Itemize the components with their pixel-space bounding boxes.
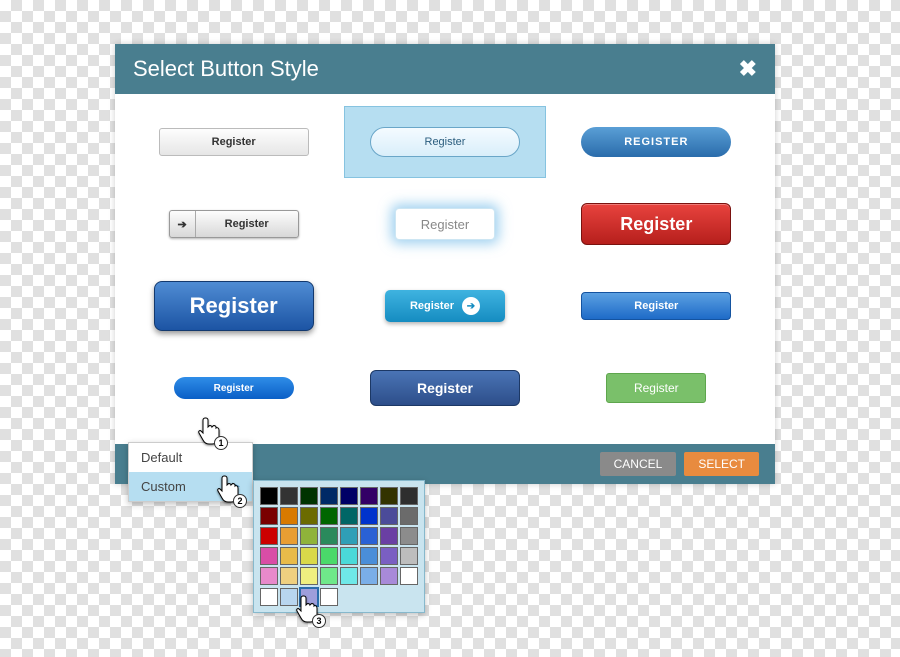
dropdown-menu: Default Custom ▶ xyxy=(128,442,253,502)
swatch-grid xyxy=(260,487,418,585)
select-button[interactable]: SELECT xyxy=(684,452,759,476)
color-swatch[interactable] xyxy=(400,567,418,585)
style-option-2[interactable]: Register xyxy=(344,106,545,178)
color-swatch[interactable] xyxy=(380,547,398,565)
color-swatch[interactable] xyxy=(380,527,398,545)
style-option-12[interactable]: Register xyxy=(556,352,757,424)
color-swatch[interactable] xyxy=(280,507,298,525)
menu-item-custom-label: Custom xyxy=(141,479,186,494)
color-swatch[interactable] xyxy=(380,487,398,505)
style-9-label: Register xyxy=(634,300,678,312)
style-4-label: Register xyxy=(196,218,298,230)
color-swatch[interactable] xyxy=(360,507,378,525)
color-swatch[interactable] xyxy=(320,507,338,525)
color-swatch[interactable] xyxy=(320,567,338,585)
select-button-style-dialog: Select Button Style ✖ Register Register … xyxy=(115,44,775,484)
color-swatch[interactable] xyxy=(340,547,358,565)
style-option-7[interactable]: Register xyxy=(133,270,334,342)
color-swatch[interactable] xyxy=(380,507,398,525)
color-swatch[interactable] xyxy=(360,527,378,545)
color-swatch[interactable] xyxy=(320,547,338,565)
color-swatch[interactable] xyxy=(340,507,358,525)
styles-grid: Register Register REGISTER ➔Register Reg… xyxy=(115,94,775,444)
style-2-label: Register xyxy=(425,136,466,148)
color-swatch[interactable] xyxy=(260,567,278,585)
style-8-label: Register xyxy=(410,300,454,312)
color-swatch[interactable] xyxy=(260,588,278,606)
color-swatch[interactable] xyxy=(300,507,318,525)
color-swatch[interactable] xyxy=(340,487,358,505)
style-option-6[interactable]: Register xyxy=(556,188,757,260)
color-swatch[interactable] xyxy=(320,487,338,505)
color-swatch[interactable] xyxy=(300,527,318,545)
chevron-right-icon: ▶ xyxy=(232,481,240,492)
menu-item-default[interactable]: Default xyxy=(129,443,252,472)
color-swatch[interactable] xyxy=(300,567,318,585)
color-swatch[interactable] xyxy=(280,547,298,565)
color-swatch[interactable] xyxy=(260,487,278,505)
swatch-extra-row xyxy=(260,588,418,606)
dialog-title: Select Button Style xyxy=(133,56,319,82)
menu-item-default-label: Default xyxy=(141,450,182,465)
style-option-9[interactable]: Register xyxy=(556,270,757,342)
color-swatch[interactable] xyxy=(400,507,418,525)
style-11-label: Register xyxy=(417,380,473,396)
color-swatch[interactable] xyxy=(400,487,418,505)
color-swatch[interactable] xyxy=(320,527,338,545)
style-option-1[interactable]: Register xyxy=(133,106,334,178)
color-swatch[interactable] xyxy=(260,507,278,525)
color-swatch[interactable] xyxy=(400,527,418,545)
color-swatch[interactable] xyxy=(340,527,358,545)
arrow-right-icon: ➔ xyxy=(170,211,196,237)
color-swatch[interactable] xyxy=(280,527,298,545)
style-7-label: Register xyxy=(190,293,278,319)
color-swatch[interactable] xyxy=(360,547,378,565)
color-swatch[interactable] xyxy=(360,487,378,505)
dialog-header: Select Button Style ✖ xyxy=(115,44,775,94)
color-swatch[interactable] xyxy=(280,567,298,585)
color-swatch[interactable] xyxy=(260,547,278,565)
color-swatch[interactable] xyxy=(400,547,418,565)
color-swatch[interactable] xyxy=(360,567,378,585)
color-swatch[interactable] xyxy=(300,588,318,606)
select-label: SELECT xyxy=(698,457,745,471)
style-option-11[interactable]: Register xyxy=(344,352,545,424)
color-swatch[interactable] xyxy=(280,487,298,505)
cancel-label: CANCEL xyxy=(614,457,663,471)
style-10-label: Register xyxy=(214,383,254,394)
style-6-label: Register xyxy=(620,214,692,235)
style-5-label: Register xyxy=(421,217,469,232)
color-swatch[interactable] xyxy=(340,567,358,585)
style-option-5[interactable]: Register xyxy=(344,188,545,260)
arrow-circle-icon: ➔ xyxy=(462,297,480,315)
color-swatch[interactable] xyxy=(300,487,318,505)
color-swatch[interactable] xyxy=(300,547,318,565)
menu-item-custom[interactable]: Custom ▶ xyxy=(129,472,252,501)
close-icon[interactable]: ✖ xyxy=(739,56,757,82)
style-option-3[interactable]: REGISTER xyxy=(556,106,757,178)
style-1-label: Register xyxy=(212,136,256,148)
style-option-8[interactable]: Register ➔ xyxy=(344,270,545,342)
cancel-button[interactable]: CANCEL xyxy=(600,452,677,476)
style-3-label: REGISTER xyxy=(624,136,688,148)
style-option-10[interactable]: Register xyxy=(133,352,334,424)
style-option-4[interactable]: ➔Register xyxy=(133,188,334,260)
color-picker-panel xyxy=(253,480,425,613)
color-swatch[interactable] xyxy=(380,567,398,585)
color-swatch[interactable] xyxy=(280,588,298,606)
color-swatch[interactable] xyxy=(260,527,278,545)
style-12-label: Register xyxy=(634,381,679,395)
cursor-badge-3: 3 xyxy=(312,614,326,628)
color-swatch[interactable] xyxy=(320,588,338,606)
